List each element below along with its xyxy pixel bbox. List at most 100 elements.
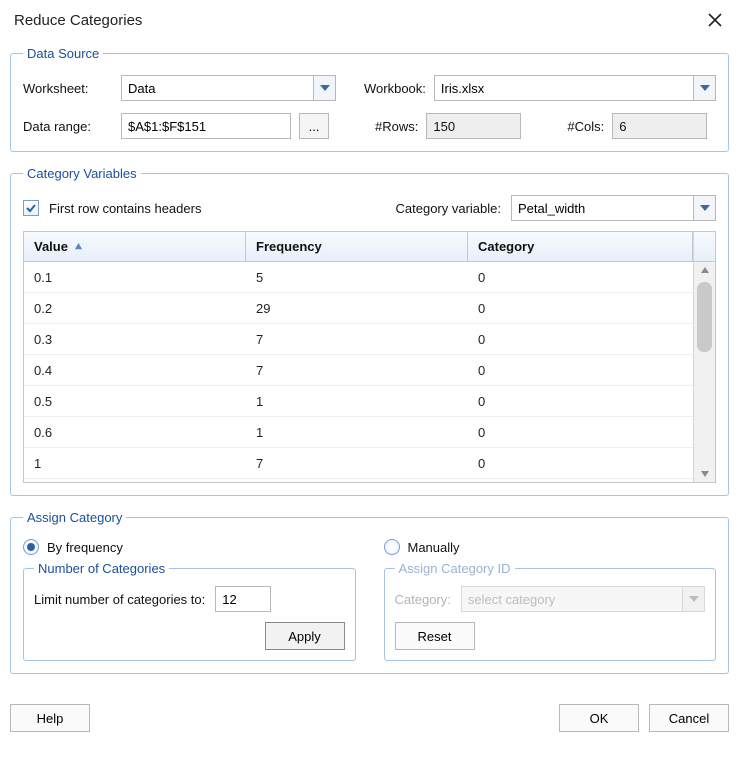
category-variables-legend: Category Variables xyxy=(23,166,141,181)
col-header-value[interactable]: Value xyxy=(24,232,246,261)
cell-value: 0.5 xyxy=(24,394,246,409)
chevron-down-icon xyxy=(700,469,710,479)
number-of-categories-group: Number of Categories Limit number of cat… xyxy=(23,561,356,661)
sort-asc-icon xyxy=(74,242,83,251)
category-id-label: Category: xyxy=(395,592,451,607)
cell-category: 0 xyxy=(468,456,693,471)
assign-category-legend: Assign Category xyxy=(23,510,126,525)
scroll-up-button[interactable] xyxy=(694,262,715,278)
assign-category-id-legend: Assign Category ID xyxy=(395,561,515,576)
help-button[interactable]: Help xyxy=(10,704,90,732)
category-id-dropdown-button xyxy=(682,587,704,611)
category-id-select: select category xyxy=(461,586,705,612)
close-icon xyxy=(707,12,723,28)
rows-label: #Rows: xyxy=(375,119,418,134)
cell-frequency: 1 xyxy=(246,394,468,409)
data-range-browse-button[interactable]: ... xyxy=(299,113,329,139)
category-variables-group: Category Variables First row contains he… xyxy=(10,166,729,496)
cancel-button[interactable]: Cancel xyxy=(649,704,729,732)
cell-value: 0.1 xyxy=(24,270,246,285)
table-header: Value Frequency Category xyxy=(24,232,715,262)
cell-frequency: 29 xyxy=(246,301,468,316)
cell-value: 0.2 xyxy=(24,301,246,316)
window-title: Reduce Categories xyxy=(14,12,142,29)
chevron-down-icon xyxy=(700,83,710,93)
table-scrollbar[interactable] xyxy=(693,262,715,482)
chevron-down-icon xyxy=(700,203,710,213)
cell-value: 0.6 xyxy=(24,425,246,440)
ok-button[interactable]: OK xyxy=(559,704,639,732)
assign-category-id-group: Assign Category ID Category: select cate… xyxy=(384,561,717,661)
category-variable-select[interactable] xyxy=(511,195,716,221)
radio-icon xyxy=(384,539,400,555)
cell-category: 0 xyxy=(468,301,693,316)
workbook-label: Workbook: xyxy=(364,81,426,96)
assign-category-group: Assign Category By frequency Number of C… xyxy=(10,510,729,674)
cell-category: 0 xyxy=(468,394,693,409)
data-source-legend: Data Source xyxy=(23,46,103,61)
table-row[interactable]: 0.510 xyxy=(24,386,693,417)
data-source-group: Data Source Worksheet: Workbook: Data ra… xyxy=(10,46,729,152)
limit-input[interactable] xyxy=(215,586,271,612)
first-row-headers-label: First row contains headers xyxy=(49,201,201,216)
worksheet-select[interactable] xyxy=(121,75,336,101)
reset-button[interactable]: Reset xyxy=(395,622,475,650)
chevron-down-icon xyxy=(689,594,699,604)
category-variable-label: Category variable: xyxy=(396,201,502,216)
workbook-dropdown-button[interactable] xyxy=(693,76,715,100)
worksheet-value[interactable] xyxy=(122,76,313,100)
worksheet-dropdown-button[interactable] xyxy=(313,76,335,100)
table-body: 0.1500.22900.3700.4700.5100.610170 xyxy=(24,262,693,482)
cell-value: 0.3 xyxy=(24,332,246,347)
table-row[interactable]: 0.2290 xyxy=(24,293,693,324)
cell-value: 0.4 xyxy=(24,363,246,378)
rows-input xyxy=(426,113,521,139)
dialog-footer: Help OK Cancel xyxy=(0,698,739,742)
table-row[interactable]: 0.150 xyxy=(24,262,693,293)
chevron-down-icon xyxy=(320,83,330,93)
data-range-input[interactable] xyxy=(121,113,291,139)
radio-icon xyxy=(23,539,39,555)
radio-by-frequency-label: By frequency xyxy=(47,540,123,555)
cell-frequency: 7 xyxy=(246,363,468,378)
apply-button[interactable]: Apply xyxy=(265,622,345,650)
cols-value xyxy=(613,114,706,138)
number-of-categories-legend: Number of Categories xyxy=(34,561,169,576)
cell-category: 0 xyxy=(468,425,693,440)
cell-category: 0 xyxy=(468,332,693,347)
category-table: Value Frequency Category 0.1500.22900.37… xyxy=(23,231,716,483)
rows-value xyxy=(427,114,520,138)
cols-input xyxy=(612,113,707,139)
check-icon xyxy=(25,202,37,214)
workbook-select[interactable] xyxy=(434,75,716,101)
workbook-value[interactable] xyxy=(435,76,693,100)
col-header-frequency[interactable]: Frequency xyxy=(246,232,468,261)
cell-value: 1 xyxy=(24,456,246,471)
cell-frequency: 1 xyxy=(246,425,468,440)
cell-frequency: 7 xyxy=(246,332,468,347)
worksheet-label: Worksheet: xyxy=(23,81,113,96)
title-bar: Reduce Categories xyxy=(0,0,739,38)
cell-frequency: 7 xyxy=(246,456,468,471)
category-variable-dropdown-button[interactable] xyxy=(693,196,715,220)
col-header-category[interactable]: Category xyxy=(468,232,693,261)
radio-by-frequency[interactable]: By frequency xyxy=(23,539,356,555)
scroll-thumb[interactable] xyxy=(697,282,712,352)
limit-label: Limit number of categories to: xyxy=(34,592,205,607)
data-range-value[interactable] xyxy=(122,114,290,138)
table-row[interactable]: 0.470 xyxy=(24,355,693,386)
chevron-up-icon xyxy=(700,265,710,275)
radio-manually[interactable]: Manually xyxy=(384,539,717,555)
table-row[interactable]: 0.610 xyxy=(24,417,693,448)
data-range-label: Data range: xyxy=(23,119,113,134)
cols-label: #Cols: xyxy=(567,119,604,134)
table-row[interactable]: 0.370 xyxy=(24,324,693,355)
table-row[interactable]: 170 xyxy=(24,448,693,479)
category-id-placeholder: select category xyxy=(462,592,682,607)
first-row-headers-checkbox[interactable] xyxy=(23,200,39,216)
cell-category: 0 xyxy=(468,363,693,378)
close-button[interactable] xyxy=(705,10,725,30)
category-variable-value[interactable] xyxy=(512,196,693,220)
scroll-down-button[interactable] xyxy=(694,466,715,482)
cell-category: 0 xyxy=(468,270,693,285)
